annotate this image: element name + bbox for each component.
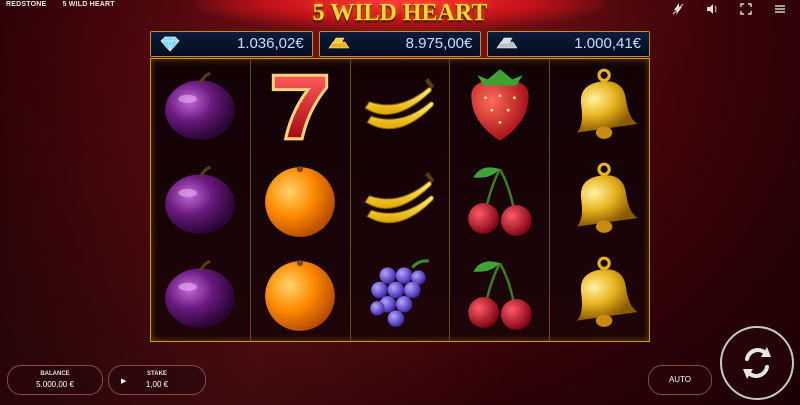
jackpot-silver: 1.000,41€	[487, 31, 651, 57]
symbol-plum	[151, 59, 250, 153]
balance-value: 5.000,00 €	[36, 380, 74, 389]
jackpot-diamond-value: 1.036,02€	[236, 35, 304, 52]
balance-label: BALANCE	[40, 371, 70, 377]
symbol-strawberry	[450, 59, 549, 153]
top-icons	[672, 3, 786, 15]
lightning-icon[interactable]	[672, 3, 684, 15]
title-banner: 5 WILD HEART	[195, 0, 605, 30]
symbol-banana	[351, 153, 450, 247]
spin-button[interactable]	[720, 326, 794, 400]
speaker-icon[interactable]	[706, 3, 718, 15]
provider-name: REDSTONE	[6, 1, 47, 8]
jackpot-gold-value: 8.975,00€	[405, 35, 473, 52]
jackpot-diamond: 1.036,02€	[150, 31, 313, 57]
stake-button[interactable]: ▶ STAKE 1,00 €	[108, 365, 206, 395]
symbol-grapes	[351, 247, 450, 341]
fullscreen-icon[interactable]	[740, 3, 752, 15]
jackpot-silver-value: 1.000,41€	[574, 35, 642, 52]
symbol-bell	[550, 153, 649, 247]
gold-bar-icon	[328, 37, 350, 49]
symbol-cherry	[450, 153, 549, 247]
reel-3	[351, 59, 451, 341]
jackpot-gold: 8.975,00€	[318, 31, 482, 57]
game-name: 5 WILD HEART	[62, 1, 115, 8]
symbol-seven	[251, 59, 350, 153]
brand-text: REDSTONE 5 WILD HEART	[6, 1, 129, 8]
silver-bar-icon	[496, 37, 518, 49]
symbol-plum	[151, 153, 250, 247]
reel-2	[251, 59, 351, 341]
symbol-orange	[251, 153, 350, 247]
reel-5	[550, 59, 649, 341]
symbol-orange	[251, 247, 350, 341]
auto-button[interactable]: AUTO	[648, 365, 712, 395]
symbol-bell	[550, 247, 649, 341]
symbol-cherry	[450, 247, 549, 341]
balance-display: BALANCE 5.000,00 €	[7, 365, 103, 395]
game-title: 5 WILD HEART	[312, 0, 488, 26]
reel-1	[151, 59, 251, 341]
reel-4	[450, 59, 551, 341]
diamond-icon	[160, 36, 180, 52]
jackpot-bar: 1.036,02€ 8.975,00€ 1.000,41€	[150, 31, 651, 57]
symbol-banana	[351, 59, 450, 153]
reel-grid	[150, 58, 650, 342]
play-triangle-icon: ▶	[121, 378, 127, 385]
menu-icon[interactable]	[774, 3, 786, 15]
spin-arrows-icon	[743, 347, 771, 379]
symbol-plum	[151, 247, 250, 341]
symbol-bell	[550, 59, 649, 153]
